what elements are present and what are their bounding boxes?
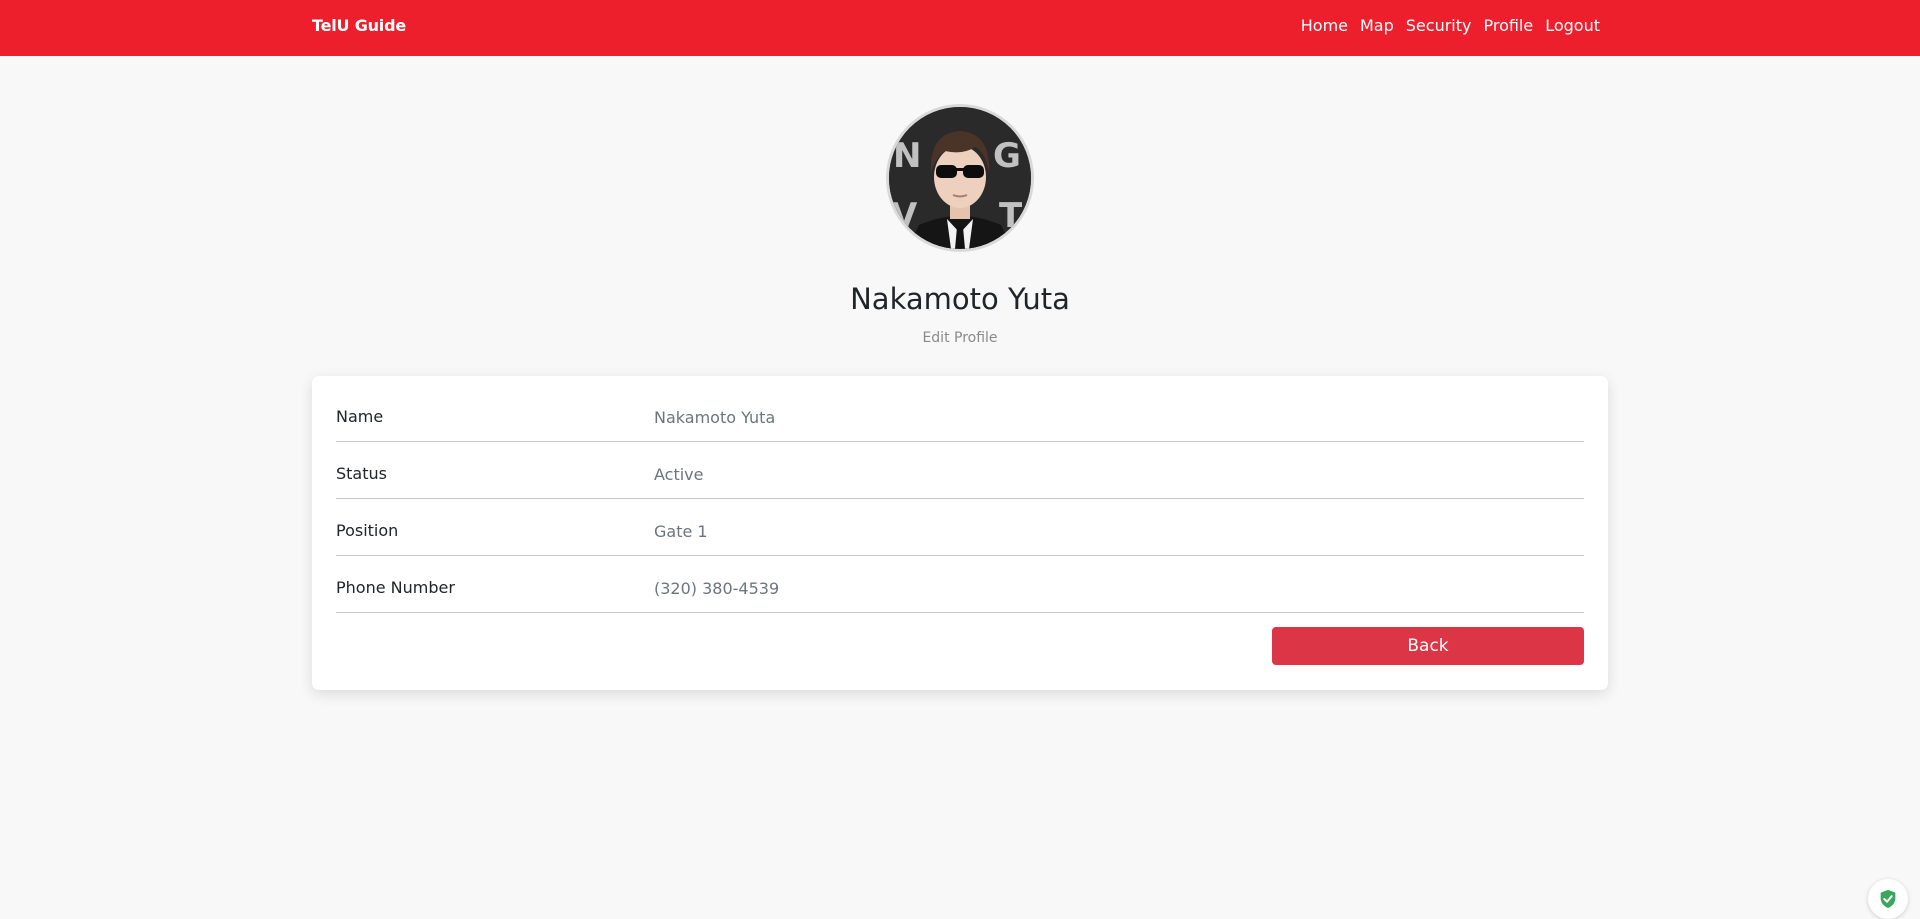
detail-row-status: Status Active — [336, 442, 1584, 499]
shield-check-icon — [1880, 889, 1896, 909]
profile-avatar: N G V T — [886, 104, 1034, 252]
brand-logo-text[interactable]: TelU Guide — [312, 16, 406, 35]
top-navbar: TelU Guide Home Map Security Profile Log… — [0, 0, 1920, 56]
svg-text:N: N — [893, 136, 921, 176]
edit-profile-link[interactable]: Edit Profile — [0, 330, 1920, 346]
detail-value: Active — [654, 465, 704, 484]
nav-link-security[interactable]: Security — [1406, 16, 1472, 35]
nav-link-home[interactable]: Home — [1301, 16, 1348, 35]
detail-row-phone: Phone Number (320) 380-4539 — [336, 556, 1584, 613]
nav-link-map[interactable]: Map — [1360, 16, 1394, 35]
nav-link-profile[interactable]: Profile — [1483, 16, 1533, 35]
avatar-photo-icon: N G V T — [889, 107, 1031, 249]
detail-value: Gate 1 — [654, 522, 708, 541]
profile-name-heading: Nakamoto Yuta — [850, 282, 1070, 316]
back-button[interactable]: Back — [1272, 627, 1584, 665]
detail-value: (320) 380-4539 — [654, 579, 780, 598]
profile-details-card: Name Nakamoto Yuta Status Active Positio… — [312, 376, 1608, 690]
detail-label: Phone Number — [336, 578, 455, 597]
detail-label: Name — [336, 407, 384, 426]
detail-label: Status — [336, 464, 387, 483]
detail-value: Nakamoto Yuta — [654, 408, 776, 427]
svg-text:G: G — [993, 136, 1021, 176]
security-badge[interactable] — [1868, 879, 1908, 919]
detail-row-name: Name Nakamoto Yuta — [336, 385, 1584, 442]
nav-links: Home Map Security Profile Logout — [1301, 16, 1600, 35]
detail-label: Position — [336, 521, 399, 540]
svg-text:V: V — [891, 196, 918, 236]
detail-row-position: Position Gate 1 — [336, 499, 1584, 556]
nav-link-logout[interactable]: Logout — [1545, 16, 1600, 35]
